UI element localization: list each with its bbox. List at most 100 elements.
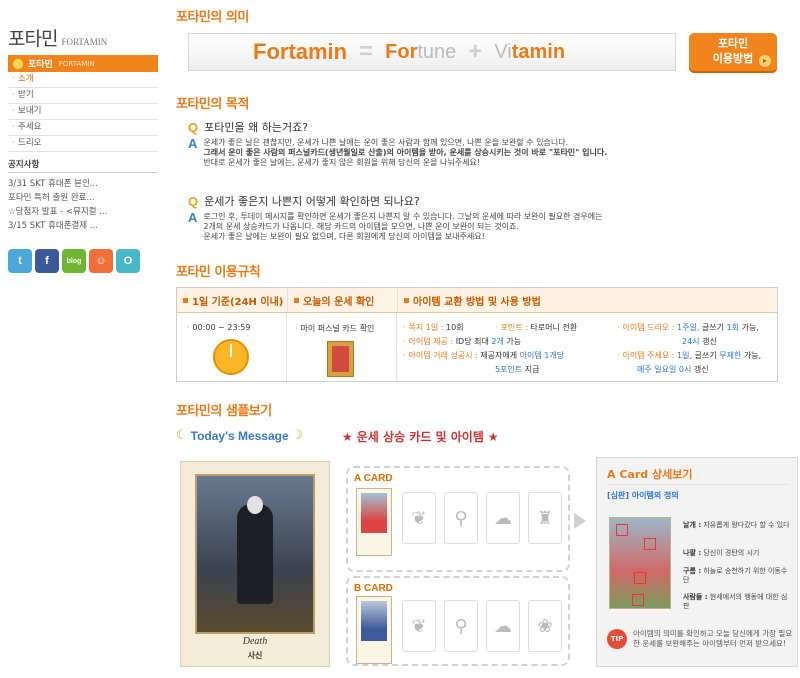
- blog-icon[interactable]: blog: [62, 249, 86, 273]
- flower-icon[interactable]: ❀: [528, 600, 562, 652]
- brand-title-ko: 포타민: [8, 28, 58, 50]
- rules-header-fortune: 오늘의 운세 확인: [287, 288, 397, 313]
- sidebar-item-intro[interactable]: 소개: [8, 72, 158, 88]
- equals-icon: =: [359, 38, 374, 65]
- rule-drio-reset: 24시 갱신: [682, 337, 717, 346]
- active-menu-label: 포타민: [28, 60, 53, 70]
- active-menu-label-en: FORTAMIN: [58, 59, 95, 68]
- trumpet-icon[interactable]: ⚲: [444, 600, 478, 652]
- section-title-rules: 포타민 이용규칙: [176, 265, 261, 280]
- brand-title-en: FORTAMIN: [61, 37, 108, 47]
- card-name-en: Death: [242, 636, 268, 647]
- formula-word: Fortamin: [253, 39, 348, 64]
- sidebar-active-fortamin[interactable]: 포타민 FORTAMIN: [8, 55, 158, 72]
- cloud-icon[interactable]: ☁: [486, 600, 520, 652]
- clock-icon: [213, 339, 249, 375]
- formula-fortune: Fortune: [385, 41, 456, 64]
- a-card-detail-panel: A Card 상세보기 [심판] 아이템의 정의 날개 : 자유롭게 왕다갔다 …: [596, 457, 798, 667]
- plus-icon: +: [468, 38, 483, 65]
- faq-answer-line: 2개의 운세 상승카드가 나옵니다. 해당 카드의 아이템을 모으면, 나쁜 운…: [203, 222, 519, 231]
- formula-vitamin-bold: tamin: [511, 40, 566, 63]
- rules-col-items: · 쪽지 1일 : 10회 · 아이템 제공 : ID당 최대 2개 가능 · 아이템…: [397, 313, 777, 381]
- notice-title: 공지사항: [8, 160, 40, 170]
- card-name-ko: 사신: [247, 651, 263, 660]
- notice-item[interactable]: 3/31 SKT 휴대폰 본인...: [8, 177, 158, 191]
- faq-2: Q 운세가 좋은지 나쁜지 어떻게 확인하면 되나요? A 로그인 후, 투데이 …: [188, 193, 788, 242]
- star-icon: ★: [342, 429, 353, 444]
- formula-vitamin: Vitamin: [494, 41, 565, 64]
- trumpet-icon[interactable]: ⚲: [444, 492, 478, 544]
- formula-banner: Fortamin = Fortune + Vitamin: [188, 33, 676, 71]
- detail-subtitle: [심판] 아이템의 정의: [607, 491, 679, 500]
- section-title-meaning: 포타민의 의미: [176, 10, 249, 25]
- faq-answer-line: 로그인 후, 투데이 메시지를 확인하면 운세가 좋은지 나쁜지 알 수 있습니…: [203, 212, 603, 221]
- formula-vitamin-rest: Vi: [494, 40, 512, 63]
- faq-question: 운세가 좋은지 나쁜지 어떻게 확인하면 되나요?: [204, 195, 420, 208]
- wings-icon[interactable]: ❦: [402, 600, 436, 652]
- todays-card[interactable]: Death 사신: [180, 461, 330, 667]
- tip-badge: TIP: [607, 629, 627, 649]
- b-card-thumb[interactable]: [356, 596, 392, 664]
- tip-text: 아이템의 의미를 확인하고 오늘 당신에게 가장 필요한 운세를 보완해주는 아…: [633, 629, 793, 648]
- formula-fortune-rest: tune: [417, 40, 457, 63]
- sidebar-item-offer[interactable]: 드리오: [8, 136, 158, 152]
- usage-guide-button[interactable]: 포타민 이용방법 ▸: [689, 33, 777, 73]
- faq-question: 포타민을 왜 하는거죠?: [204, 121, 309, 134]
- submenu: 소개 받기 보내기 주세요 드리오: [8, 72, 158, 152]
- q-icon: Q: [188, 193, 199, 209]
- star-icon: ★: [487, 429, 499, 444]
- sidebar-item-send[interactable]: 보내기: [8, 104, 158, 120]
- detail-label-trumpet: 나팔 : 당신이 경탄의 시기: [683, 549, 760, 557]
- a-card-thumb[interactable]: [356, 488, 392, 556]
- facebook-icon[interactable]: f: [35, 249, 59, 273]
- judgement-card-art[interactable]: [609, 517, 671, 609]
- sidebar-item-give-me[interactable]: 주세요: [8, 120, 158, 136]
- section-title-purpose: 포타민의 목적: [176, 97, 249, 112]
- rule-item-provide: · 아이템 제공 : ID당 최대 2개 가능: [403, 337, 522, 346]
- arrow-right-icon: [574, 513, 586, 529]
- b-card-label: B CARD: [354, 583, 393, 594]
- yozm-icon[interactable]: O: [116, 249, 140, 273]
- rules-col-daily: · 00:00 ~ 23:59: [177, 313, 287, 381]
- tarot-card-thumb[interactable]: [327, 341, 354, 377]
- cards-items-heading: ★ 운세 상승 카드 및 아이템 ★: [342, 429, 499, 445]
- detail-label-people: 사람들 : 현세에서의 행동에 대한 심판: [683, 593, 788, 610]
- notice-list: 3/31 SKT 휴대폰 본인... 포타민 특허 출원 완료... ☆당첨자 …: [8, 172, 158, 233]
- notice-item[interactable]: 포타민 특허 출원 완료...: [8, 191, 158, 205]
- detail-title: A Card 상세보기: [607, 468, 693, 481]
- moon-icon: ☾: [176, 428, 188, 443]
- rule-drio: · 아이템 드리오 : 1주일, 글쓰기 1회 가능,: [617, 323, 759, 332]
- brand-title: 포타민 FORTAMIN: [8, 24, 158, 50]
- sidebar-item-receive[interactable]: 받기: [8, 88, 158, 104]
- faq-1: Q 포타민을 왜 하는거죠? A 운세가 좋은 날은 괜찮지만, 운세가 나쁜 날…: [188, 119, 788, 168]
- a-card-deck: A CARD ❦ ⚲ ☁ ♜: [346, 466, 570, 572]
- rules-header-items: 아이템 교환 방법 및 사용 방법: [397, 288, 777, 313]
- coin-icon: [12, 57, 24, 70]
- people-icon[interactable]: ♜: [528, 492, 562, 544]
- section-title-sample: 포타민의 샘플보기: [176, 404, 272, 419]
- rule-trade-success: · 아이템 거래 성공시 : 제공자에게 아이템 1개당: [403, 351, 565, 360]
- death-card-art: [195, 474, 315, 634]
- rules-col-fortune: · 마이 퍼스널 카드 확인: [287, 313, 397, 381]
- moon-icon: ☽: [291, 428, 304, 443]
- a-icon: A: [188, 136, 198, 151]
- q-icon: Q: [188, 119, 199, 135]
- time-range: · 00:00 ~ 23:59: [187, 323, 251, 332]
- rule-note-limit: · 쪽지 1일 : 10회: [403, 323, 464, 332]
- formula-fortune-bold: For: [385, 40, 418, 63]
- notice-item[interactable]: ☆당첨자 발표 - <뮤지컬 ...: [8, 205, 158, 219]
- rules-header-daily: 1일 기준(24H 이내): [177, 288, 287, 313]
- cloud-icon[interactable]: ☁: [486, 492, 520, 544]
- notice-item[interactable]: 3/15 SKT 휴대폰결제 ...: [8, 219, 158, 233]
- faq-answer-line: 운세가 좋은 날은 괜찮지만, 운세가 나쁜 날에는 운이 좋은 사람과 함께 …: [203, 138, 569, 147]
- a-card-label: A CARD: [354, 473, 393, 484]
- card-check-text: · 마이 퍼스널 카드 확인: [295, 324, 375, 333]
- faq-answer-line: 운세가 좋은 날에는 보완이 필요 없으며, 다른 회원에게 당신의 아이템을 …: [203, 232, 485, 241]
- me2day-icon[interactable]: ☺: [89, 249, 113, 273]
- rule-point: · 포인트 : 타로머니 전환: [495, 323, 578, 332]
- faq-answer-line: 반대로 운세가 좋은 날에는, 운세가 좋지 않은 회원을 위해 당신의 운을 …: [203, 158, 480, 167]
- wings-icon[interactable]: ❦: [402, 492, 436, 544]
- rule-trade-reward: 5포인트 지급: [495, 365, 540, 374]
- detail-label-wings: 날개 : 자유롭게 왕다갔다 할 수 있다: [683, 521, 790, 529]
- twitter-icon[interactable]: t: [8, 249, 32, 273]
